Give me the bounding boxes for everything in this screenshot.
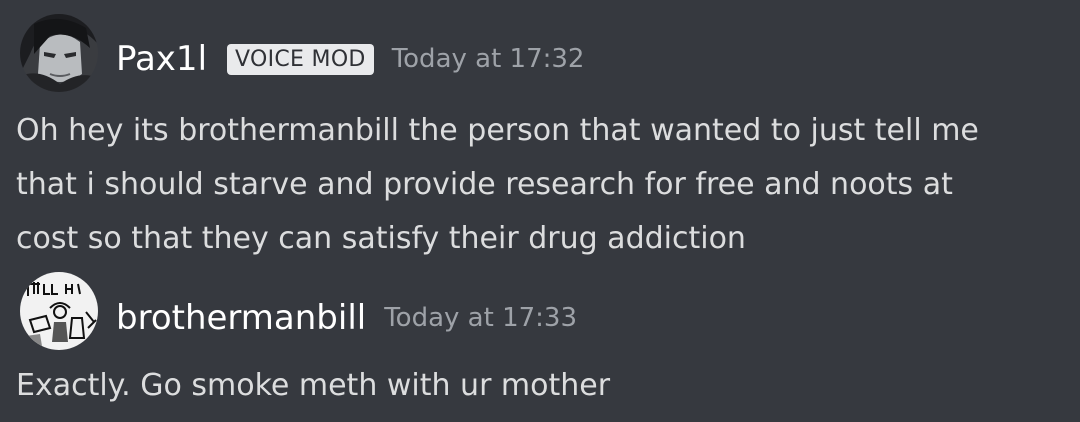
message-line: that i should starve and provide researc… xyxy=(16,167,953,202)
username[interactable]: Pax1l xyxy=(116,39,207,79)
message-header: brothermanbill Today at 17:33 xyxy=(116,298,577,338)
message-header: Pax1l VOICE MOD Today at 17:32 xyxy=(116,39,584,79)
message-line: Exactly. Go smoke meth with ur mother xyxy=(16,368,611,403)
message-line: cost so that they can satisfy their drug… xyxy=(16,221,746,256)
message-content: Oh hey its brothermanbill the person tha… xyxy=(16,104,979,266)
dark-character-avatar-icon xyxy=(20,14,98,92)
message-content: Exactly. Go smoke meth with ur mother xyxy=(16,359,610,413)
message-line: Oh hey its brothermanbill the person tha… xyxy=(16,113,979,148)
sketch-drawing-avatar-icon xyxy=(20,272,98,350)
role-badge: VOICE MOD xyxy=(227,43,374,75)
timestamp[interactable]: Today at 17:32 xyxy=(392,44,585,74)
timestamp[interactable]: Today at 17:33 xyxy=(384,303,577,333)
avatar-pax1l[interactable] xyxy=(20,14,98,92)
avatar-brothermanbill[interactable] xyxy=(20,272,98,350)
username[interactable]: brothermanbill xyxy=(116,298,366,338)
